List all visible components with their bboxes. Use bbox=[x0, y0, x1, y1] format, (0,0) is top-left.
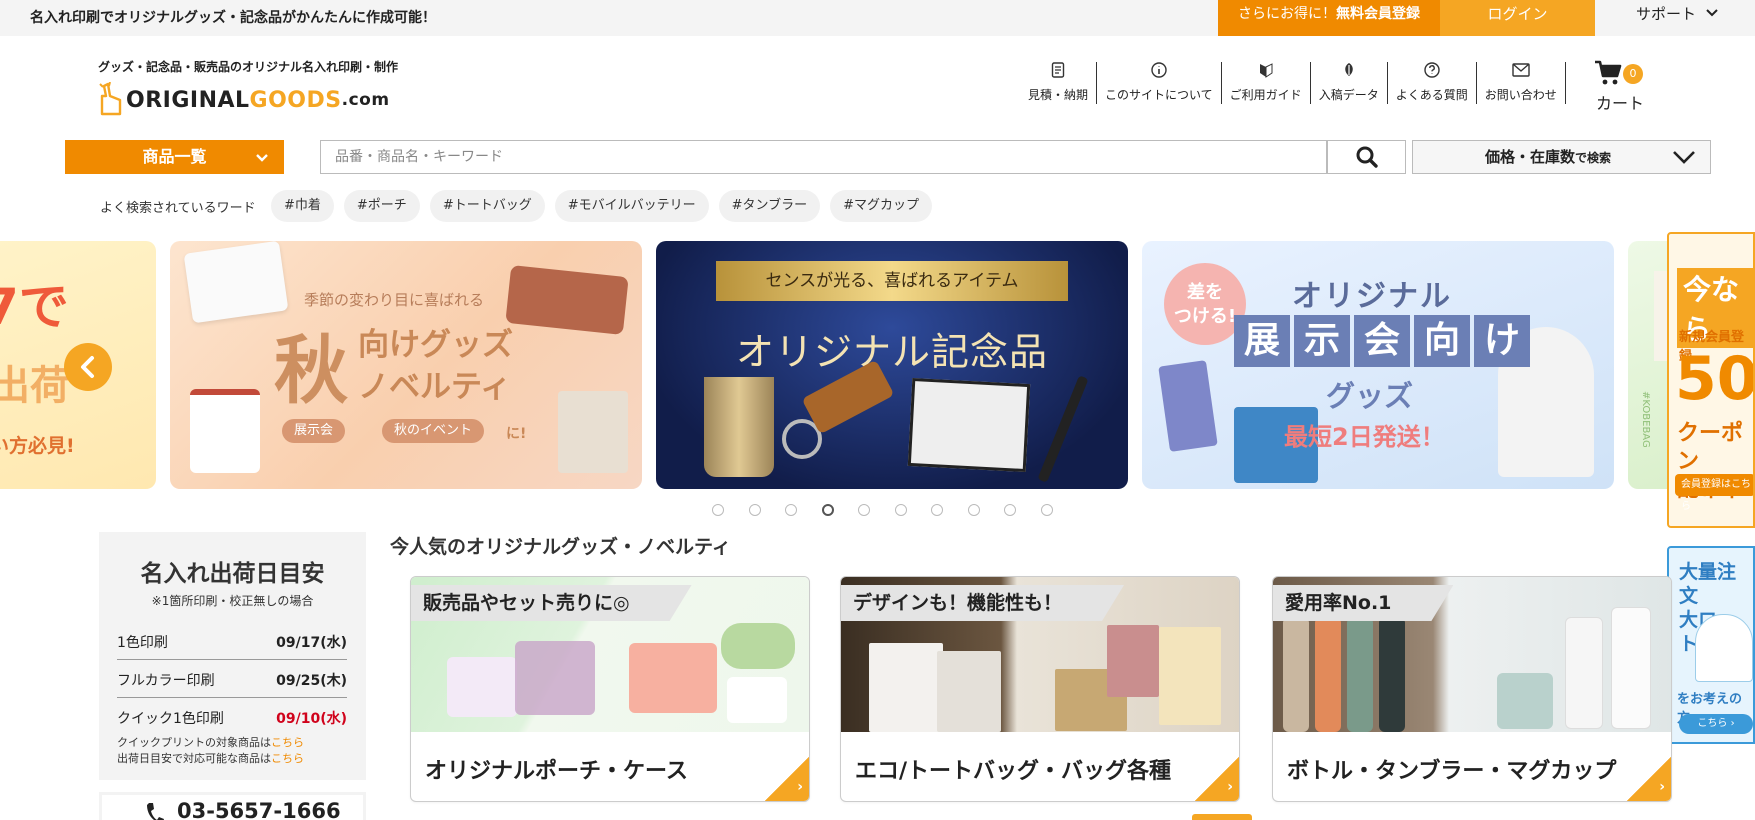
shipping-row: フルカラー印刷 09/25(木) bbox=[117, 660, 347, 698]
product-label: 愛用率No.1 bbox=[1272, 585, 1453, 621]
header-nav: 見積・納期 このサイトについて ご利用ガイド 入稿データ よくある質問 お問い合… bbox=[1020, 62, 1566, 104]
mail-icon bbox=[1512, 62, 1530, 82]
tag-tote-bag[interactable]: #トートバッグ bbox=[429, 190, 545, 222]
logo-word-original: ORIGINAL bbox=[126, 87, 250, 113]
document-icon bbox=[1051, 62, 1065, 82]
question-icon bbox=[1424, 62, 1440, 82]
top-bar: 名入れ印刷でオリジナルグッズ・記念品がかんたんに作成可能！ さらにお得に！無料会… bbox=[0, 0, 1755, 36]
mug-image bbox=[190, 389, 260, 473]
carousel-dot[interactable] bbox=[931, 504, 943, 516]
site-logo[interactable]: ORIGINAL GOODS .com bbox=[98, 80, 390, 120]
phone-icon bbox=[144, 801, 164, 820]
cart-label: カート bbox=[1596, 94, 1645, 113]
product-name: エコ/トートバッグ・バッグ各種 bbox=[855, 759, 1172, 784]
photo-frame-image bbox=[907, 377, 1031, 473]
shipping-note: ※1箇所印刷・校正無しの場合 bbox=[151, 594, 314, 608]
carousel-dot[interactable] bbox=[1040, 504, 1053, 516]
carousel-prev-button[interactable] bbox=[64, 343, 112, 391]
member-coupon-banner[interactable]: 今なら 新規会員登録 500 クーポン 配布中 会員登録はこちら bbox=[1667, 232, 1755, 528]
tag-pouch[interactable]: #ポーチ bbox=[343, 190, 420, 222]
shipping-estimate-box: 名入れ出荷日目安 ※1箇所印刷・校正無しの場合 1色印刷 09/17(水) フル… bbox=[99, 532, 366, 780]
price-stock-search-button[interactable]: 価格・在庫数で検索 bbox=[1412, 140, 1711, 174]
scroll-top-tab[interactable] bbox=[1192, 814, 1252, 820]
nav-contact[interactable]: お問い合わせ bbox=[1477, 62, 1566, 104]
cart-count-badge: 0 bbox=[1623, 64, 1643, 84]
category-list-button[interactable]: 商品一覧 bbox=[65, 140, 284, 174]
tag-tumbler[interactable]: #タンブラー bbox=[718, 190, 821, 222]
product-name: オリジナルポーチ・ケース bbox=[425, 759, 688, 784]
nav-about[interactable]: このサイトについて bbox=[1097, 62, 1222, 104]
nav-data[interactable]: 入稿データ bbox=[1311, 62, 1388, 104]
bulk-order-banner[interactable]: 大量注文 大ロット をお考えの方 こちら › bbox=[1667, 546, 1755, 744]
chevron-down-icon bbox=[256, 140, 268, 174]
nav-faq[interactable]: よくある質問 bbox=[1388, 62, 1477, 104]
search-button[interactable] bbox=[1327, 140, 1406, 174]
cart-icon bbox=[1594, 60, 1622, 90]
carousel-dot[interactable] bbox=[1004, 504, 1016, 516]
support-menu[interactable]: サポート bbox=[1620, 0, 1755, 36]
logo-word-goods: GOODS bbox=[249, 87, 342, 113]
carousel-banner-exhibition[interactable]: 差を つける! オリジナル 展示会向け グッズ 最短2日発送！ bbox=[1142, 241, 1614, 489]
product-card-tote[interactable]: デザインも！機能性も！ エコ/トートバッグ・バッグ各種 › bbox=[840, 576, 1240, 802]
banner-headline-boxes: 展示会向け bbox=[1234, 315, 1534, 367]
login-button[interactable]: ログイン bbox=[1440, 0, 1595, 36]
product-label: 販売品やセット売りに◎ bbox=[410, 585, 692, 621]
tag-kinchaku[interactable]: #巾着 bbox=[271, 190, 334, 222]
phone-box[interactable]: 03-5657-1666 bbox=[99, 792, 366, 820]
cloth-image bbox=[183, 241, 289, 324]
shipping-row: 1色印刷 09/17(水) bbox=[117, 622, 347, 660]
hand-logo-icon bbox=[99, 82, 122, 116]
register-button[interactable]: さらにお得に！無料会員登録 bbox=[1218, 0, 1440, 36]
pen-image bbox=[1037, 375, 1089, 483]
shipping-eligible-note: 出荷日目安で対応可能な商品はこちら bbox=[117, 752, 304, 765]
product-card-bottle[interactable]: 愛用率No.1 ボトル・タンブラー・マグカップ › bbox=[1272, 576, 1672, 802]
leaf-file-icon bbox=[1342, 62, 1356, 82]
logo-word-com: .com bbox=[341, 90, 390, 110]
carousel-dot[interactable] bbox=[821, 504, 834, 516]
carousel-dot[interactable] bbox=[967, 504, 980, 516]
carousel-dot[interactable] bbox=[858, 504, 870, 516]
shipping-title: 名入れ出荷日目安 bbox=[140, 561, 325, 587]
site-tagline: 名入れ印刷でオリジナルグッズ・記念品がかんたんに作成可能！ bbox=[30, 10, 436, 26]
person-illustration bbox=[1695, 614, 1753, 682]
info-icon bbox=[1151, 62, 1167, 82]
chevron-right-icon: › bbox=[765, 757, 809, 801]
carousel-dot[interactable] bbox=[712, 504, 724, 516]
product-label: デザインも！機能性も！ bbox=[840, 585, 1124, 621]
carousel-dot[interactable] bbox=[748, 504, 761, 516]
popular-tags: #巾着 #ポーチ #トートバッグ #モバイルバッテリー #タンブラー #マグカッ… bbox=[271, 190, 942, 222]
gold-ribbon: センスが光る、喜ばれるアイテム bbox=[716, 261, 1068, 301]
bag-image bbox=[558, 391, 628, 473]
chevron-down-icon bbox=[1672, 141, 1696, 184]
tag-mobile-battery[interactable]: #モバイルバッテリー bbox=[554, 190, 709, 222]
tag-mug[interactable]: #マグカップ bbox=[830, 190, 933, 222]
notebook-image bbox=[1158, 360, 1218, 452]
chevron-down-icon bbox=[1706, 0, 1718, 26]
shipping-row: クイック1色印刷 09/10(水) bbox=[117, 711, 347, 727]
popular-products-title: 今人気のオリジナルグッズ・ノベルティ bbox=[390, 536, 731, 558]
chevron-right-icon: › bbox=[1627, 757, 1671, 801]
shipping-eligible-link[interactable]: こちら bbox=[271, 752, 304, 765]
carousel-dots bbox=[712, 504, 1077, 516]
search-input[interactable] bbox=[320, 140, 1327, 174]
quick-print-link[interactable]: こちら bbox=[271, 736, 304, 749]
product-card-pouch[interactable]: 販売品やセット売りに◎ オリジナルポーチ・ケース › bbox=[410, 576, 810, 802]
quick-print-note: クイックプリントの対象商品はこちら bbox=[117, 736, 304, 749]
carousel-dot[interactable] bbox=[894, 504, 907, 516]
chevron-right-icon: › bbox=[1195, 757, 1239, 801]
tumbler-image bbox=[704, 377, 774, 477]
pouch-image bbox=[505, 264, 629, 336]
nav-estimate[interactable]: 見積・納期 bbox=[1020, 62, 1098, 104]
product-name: ボトル・タンブラー・マグカップ bbox=[1287, 759, 1617, 784]
logo-subtitle: グッズ・記念品・販売品のオリジナル名入れ印刷・制作 bbox=[98, 60, 399, 74]
carousel-banner-autumn[interactable]: 季節の変わり目に喜ばれる 秋 向けグッズ ノベルティ 展示会 秋のイベント に! bbox=[170, 241, 642, 489]
search-icon bbox=[1356, 146, 1378, 168]
nav-guide[interactable]: ご利用ガイド bbox=[1222, 62, 1311, 104]
popular-words-label: よく検索されているワード bbox=[100, 201, 256, 216]
carousel-banner-commemorative[interactable]: センスが光る、喜ばれるアイテム オリジナル記念品 bbox=[656, 241, 1128, 489]
carousel-dot[interactable] bbox=[785, 504, 797, 516]
chevron-left-icon bbox=[81, 356, 94, 378]
banner-title: オリジナル記念品 bbox=[735, 330, 1048, 374]
beginner-mark-icon bbox=[1259, 62, 1273, 82]
